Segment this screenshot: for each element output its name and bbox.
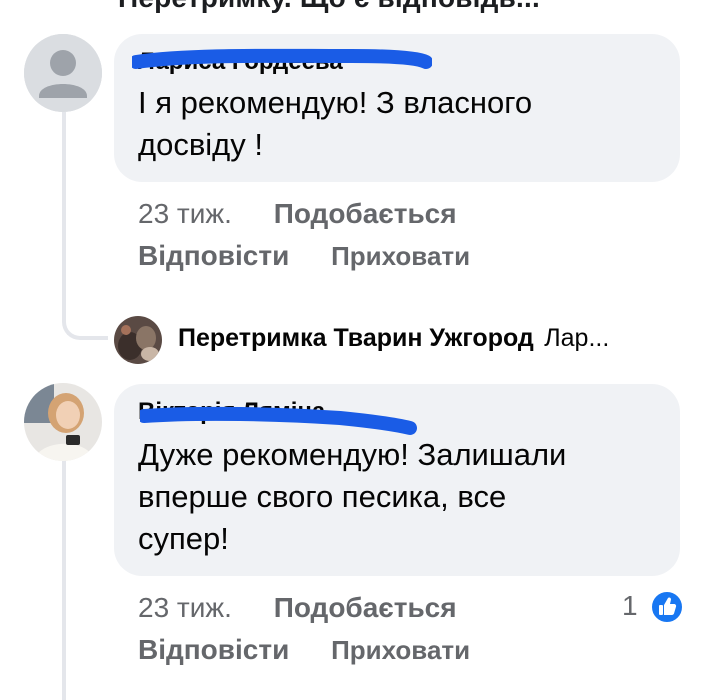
- user-photo-icon: [24, 383, 102, 461]
- reply-snippet[interactable]: Лар...: [544, 324, 609, 352]
- comment-bubble: Лариса Гордеева І я рекомендую! З власно…: [114, 34, 680, 182]
- comment-text-line: вперше свого песика, все: [138, 479, 507, 514]
- thumbs-up-icon[interactable]: [650, 590, 684, 624]
- hide-button[interactable]: Приховати: [331, 635, 470, 665]
- thread-connector: [62, 304, 108, 340]
- redaction-scribble: [140, 406, 417, 435]
- previous-comment-text: Перетримку. Що є відповідь...: [118, 0, 540, 14]
- comment-text-line: І я рекомендую! З власного: [138, 85, 533, 120]
- avatar[interactable]: [24, 34, 102, 112]
- thread-line: [62, 460, 66, 700]
- comment-bubble: Вікторія Ляміна Дуже рекомендую! Залишал…: [114, 384, 680, 576]
- like-button[interactable]: Подобається: [274, 592, 457, 623]
- reply-author[interactable]: Перетримка Тварин Ужгород: [178, 324, 534, 352]
- reaction-count[interactable]: 1: [622, 590, 638, 622]
- hide-button[interactable]: Приховати: [331, 241, 470, 271]
- like-button[interactable]: Подобається: [274, 198, 457, 229]
- thumbs-up-glyph: [659, 597, 677, 615]
- page-avatar[interactable]: [114, 316, 162, 364]
- pet-avatar-icon: [114, 316, 162, 364]
- avatar[interactable]: [24, 383, 102, 461]
- comment-text-line: досвіду !: [138, 127, 263, 162]
- redaction-scribble: [132, 48, 432, 69]
- reply-button[interactable]: Відповісти: [138, 634, 289, 665]
- reply-button[interactable]: Відповісти: [138, 240, 289, 271]
- comment-text-line: супер!: [138, 521, 229, 556]
- comment-text-line: Дуже рекомендую! Залишали: [138, 437, 567, 472]
- default-user-icon: [24, 34, 102, 112]
- thread-line: [62, 112, 66, 308]
- comment-time[interactable]: 23 тиж.: [138, 592, 232, 623]
- comment-time[interactable]: 23 тиж.: [138, 198, 232, 229]
